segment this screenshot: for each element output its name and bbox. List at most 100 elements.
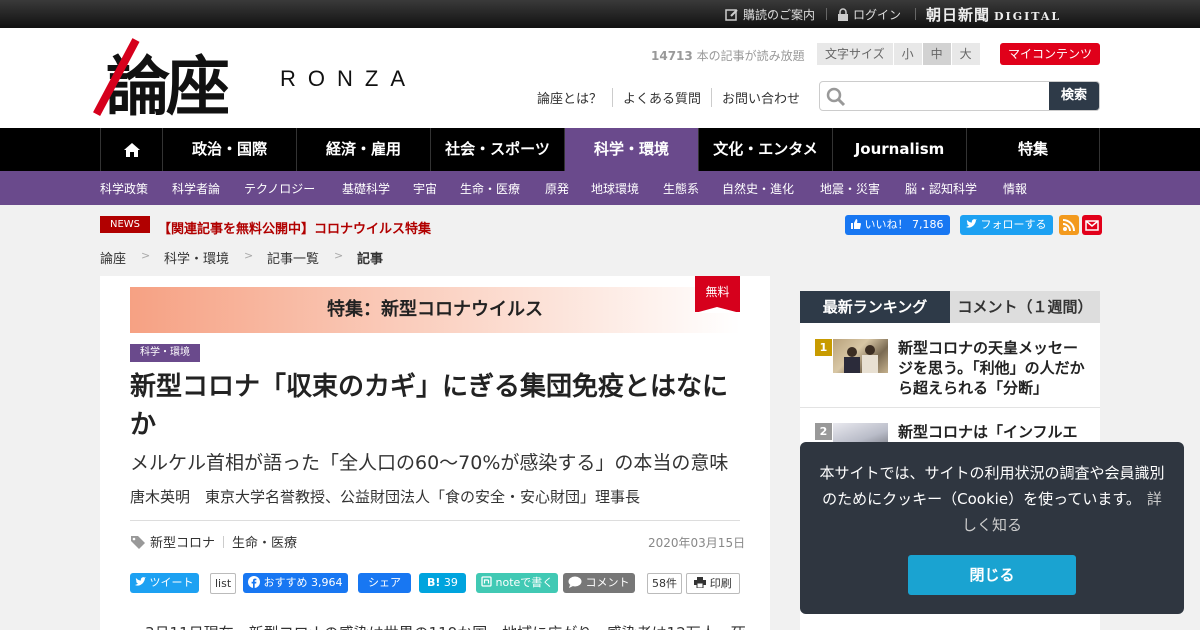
divider <box>130 520 740 521</box>
facebook-share-button[interactable]: シェア <box>358 573 411 593</box>
print-button[interactable]: 印刷 <box>686 573 740 594</box>
article-date: 2020年03月15日 <box>648 536 746 550</box>
ranking-divider <box>800 407 1100 408</box>
subnav-item[interactable]: 自然史・進化 <box>722 180 794 197</box>
mail-button[interactable] <box>1082 215 1102 235</box>
like-label: いいね！ <box>864 218 909 231</box>
edit-icon <box>725 8 738 21</box>
mail-icon <box>1085 220 1099 231</box>
tag-link[interactable]: 新型コロナ <box>150 532 215 551</box>
subnav-item[interactable]: 宇宙 <box>413 180 437 197</box>
category-tag[interactable]: 科学・環境 <box>130 344 200 362</box>
nav-economy[interactable]: 経済・雇用 <box>296 128 430 171</box>
twitter-follow-button[interactable]: フォローする <box>960 215 1053 235</box>
rss-button[interactable] <box>1059 215 1079 235</box>
nav-journalism[interactable]: Journalism <box>832 128 966 171</box>
font-size-large[interactable]: 大 <box>951 43 981 65</box>
ranking-thumbnail[interactable] <box>833 339 888 373</box>
nav-culture[interactable]: 文化・エンタメ <box>698 128 832 171</box>
tab-comments[interactable]: コメント（１週間） <box>950 291 1100 323</box>
free-badge-notch <box>695 307 740 313</box>
subnav-item[interactable]: 脳・認知科学 <box>905 180 977 197</box>
subnav-item[interactable]: 生態系 <box>663 180 699 197</box>
news-link[interactable]: 【関連記事を無料公開中】コロナウイルス特集 <box>158 218 431 237</box>
header-links: 論座とは？ よくある質問 お問い合わせ <box>537 88 810 107</box>
hatena-bookmark-button[interactable]: B! 39 <box>419 573 466 593</box>
article-count-number: 14713 <box>651 49 693 63</box>
subnav-item[interactable]: 基礎科学 <box>342 180 390 197</box>
thumbs-up-icon <box>851 219 861 229</box>
article-title: 新型コロナ「収束のカギ」にぎる集団免疫とはなにか <box>130 372 729 440</box>
ranking-title[interactable]: 新型コロナは「インフルエ <box>898 422 1088 442</box>
hatena-count: 39 <box>443 576 458 589</box>
search-button[interactable]: 検索 <box>1049 82 1099 110</box>
printer-icon <box>694 577 707 589</box>
breadcrumb-item[interactable]: 記事一覧 <box>267 248 319 267</box>
tab-ranking[interactable]: 最新ランキング <box>800 291 950 323</box>
list-count-box: list <box>210 573 237 594</box>
nav-politics[interactable]: 政治・国際 <box>162 128 296 171</box>
subnav-item[interactable]: 原発 <box>545 180 569 197</box>
subnav-item[interactable]: 地震・災害 <box>820 180 880 197</box>
breadcrumb-item[interactable]: 科学・環境 <box>164 248 229 267</box>
top-bar: 購読のご案内 ログイン 朝日新聞 DIGITAL <box>0 0 1200 28</box>
topbar-divider <box>915 8 916 20</box>
nav-society[interactable]: 社会・スポーツ <box>430 128 564 171</box>
comment-button[interactable]: コメント <box>563 573 635 593</box>
tweet-button[interactable]: ツイート <box>130 573 199 593</box>
tag-icon <box>131 535 145 549</box>
thumbnail-figure <box>844 357 860 373</box>
subnav-item[interactable]: 科学者論 <box>172 180 220 197</box>
contact-link[interactable]: お問い合わせ <box>711 88 810 107</box>
article-body: 3月11日現在、新型コロナの感染は世界の119か国・地域に広がり、感染者は12万… <box>130 622 746 630</box>
home-icon <box>123 142 140 157</box>
free-badge-label: 無料 <box>705 285 730 299</box>
article-count-suffix: 本の記事が読み放題 <box>692 49 805 63</box>
login-link[interactable]: ログイン <box>837 6 901 23</box>
subnav-item[interactable]: テクノロジー <box>244 180 315 197</box>
login-label: ログイン <box>853 8 902 22</box>
rank-badge: 2 <box>815 423 832 440</box>
sub-nav: 科学政策 科学者論 テクノロジー 基礎科学 宇宙 生命・医療 原発 地球環境 生… <box>0 171 1200 205</box>
article-count: 14713 本の記事が読み放題 <box>651 47 805 64</box>
asahi-digital-logo[interactable]: 朝日新聞 DIGITAL <box>926 4 1061 25</box>
font-size-small[interactable]: 小 <box>893 43 923 65</box>
ronza-wordmark: RONZA <box>280 66 417 91</box>
topbar-divider <box>826 8 827 20</box>
faq-link[interactable]: よくある質問 <box>612 88 711 107</box>
cookie-text: 本サイトでは、サイトの利用状況の調査や会員識別のためにクッキー（Cookie）を… <box>819 464 1165 508</box>
subnav-item[interactable]: 地球環境 <box>591 180 639 197</box>
subnav-item[interactable]: 科学政策 <box>100 180 148 197</box>
subscribe-link[interactable]: 購読のご案内 <box>725 6 815 23</box>
thumbnail-figure <box>862 355 878 373</box>
breadcrumb-item[interactable]: 論座 <box>100 248 126 267</box>
cookie-message: 本サイトでは、サイトの利用状況の調査や会員識別のためにクッキー（Cookie）を… <box>816 460 1168 538</box>
nav-science[interactable]: 科学・環境 <box>564 128 698 171</box>
search-input[interactable] <box>850 82 1050 110</box>
font-size-medium[interactable]: 中 <box>922 43 952 65</box>
subnav-item[interactable]: 情報 <box>1003 180 1027 197</box>
news-badge: NEWS <box>100 216 150 233</box>
ronza-logo[interactable]: 論座 <box>106 36 230 128</box>
cookie-close-button[interactable]: 閉じる <box>908 555 1076 595</box>
ranking-title[interactable]: 新型コロナの天皇メッセージを思う。「利他」の人だから超えられる「分断」 <box>898 338 1088 398</box>
about-link[interactable]: 論座とは？ <box>537 88 612 107</box>
font-size-control: 文字サイズ 小 中 大 <box>817 43 981 65</box>
site-header: 論座 RONZA 14713 本の記事が読み放題 文字サイズ 小 中 大 マイコ… <box>0 28 1200 128</box>
facebook-icon <box>248 576 260 588</box>
facebook-recommend-button[interactable]: おすすめ 3,964 <box>243 573 348 593</box>
breadcrumb-separator: > <box>141 249 151 262</box>
note-label: noteで書く <box>495 576 554 589</box>
nav-home[interactable] <box>100 128 162 171</box>
subnav-item[interactable]: 生命・医療 <box>460 180 520 197</box>
facebook-like-button[interactable]: いいね！ 7,186 <box>845 215 950 235</box>
note-button[interactable]: noteで書く <box>476 573 559 593</box>
subscribe-label: 購読のご案内 <box>743 8 816 22</box>
nav-features[interactable]: 特集 <box>966 128 1100 171</box>
rank-badge: 1 <box>815 339 832 356</box>
my-contents-button[interactable]: マイコンテンツ <box>1000 43 1100 65</box>
feature-banner[interactable]: 特集：新型コロナウイルス <box>130 287 740 333</box>
article-subtitle: メルケル首相が語った「全人口の60～70%が感染する」の本当の意味 <box>130 452 729 474</box>
free-badge: 無料 <box>695 276 740 313</box>
tag-link[interactable]: 生命・医療 <box>232 532 297 551</box>
